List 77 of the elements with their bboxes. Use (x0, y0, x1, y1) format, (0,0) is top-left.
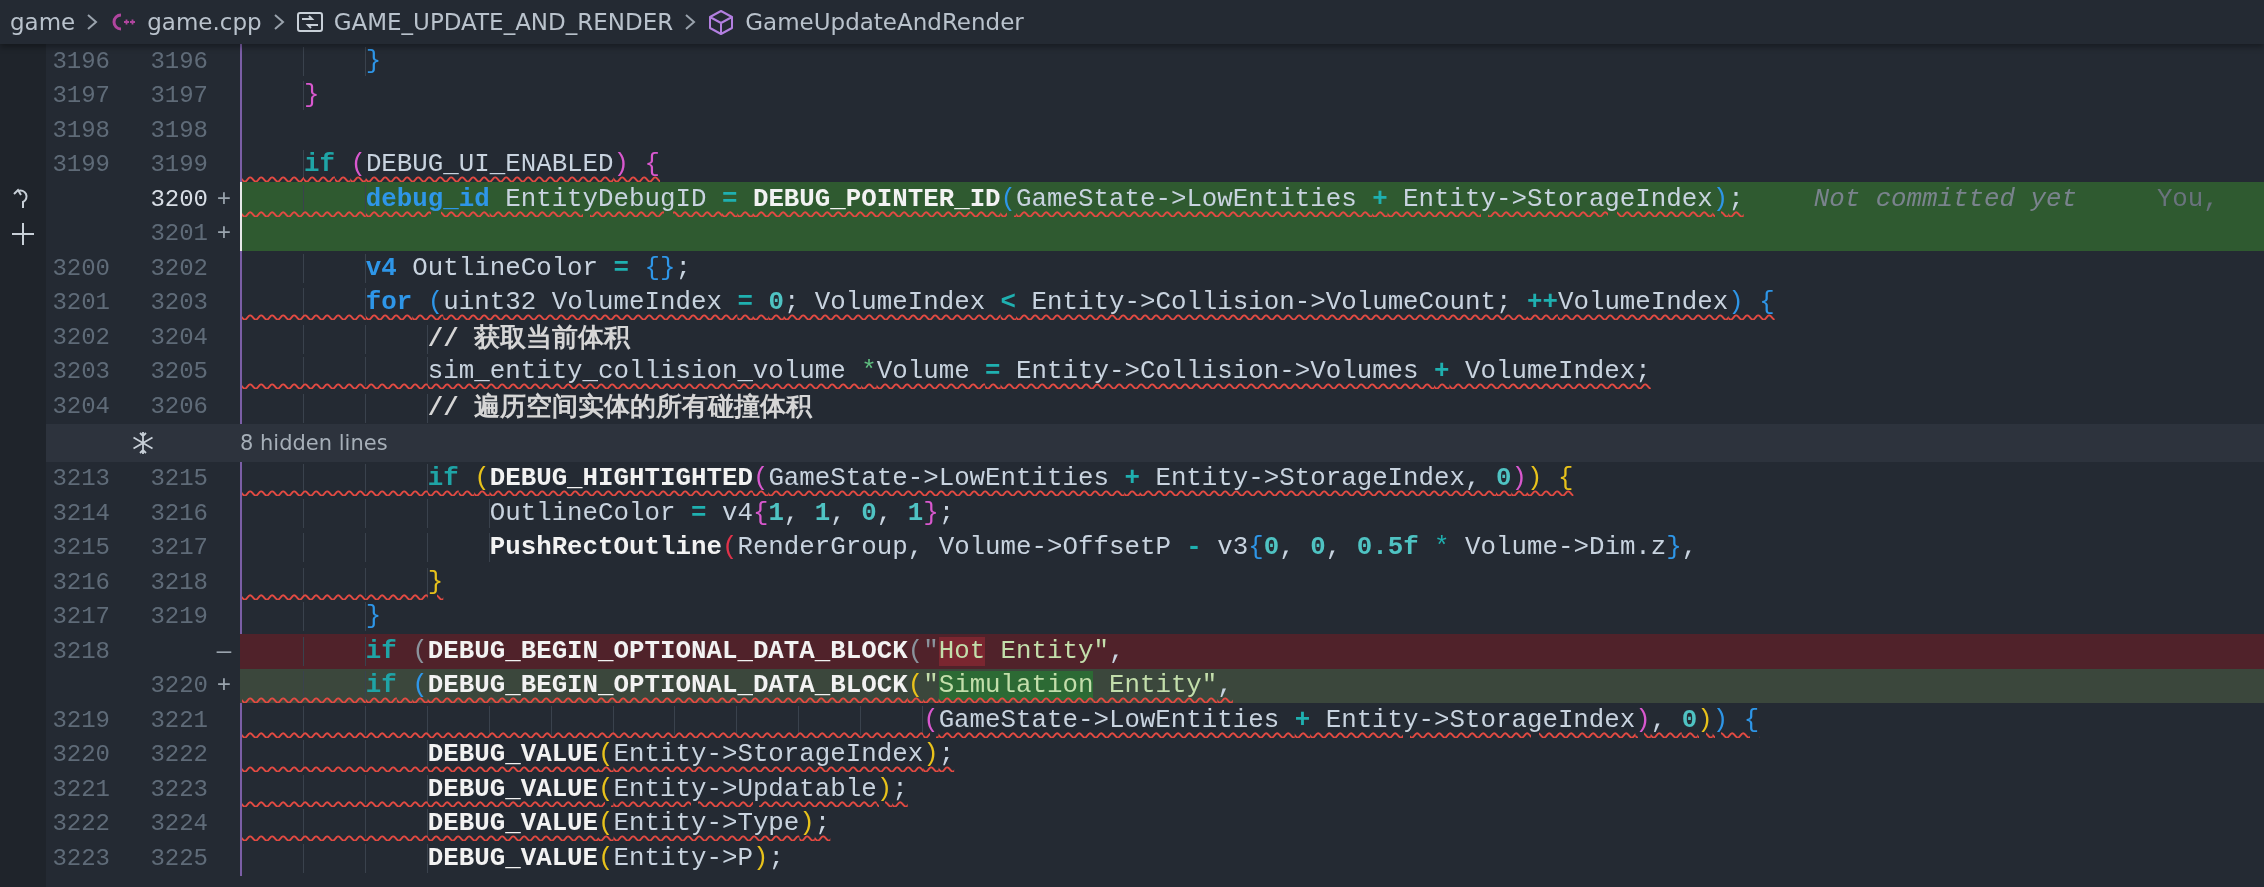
code-line: if (DEBUG_BEGIN_OPTIONAL_DATA_BLOCK("Hot Entity", (242, 636, 1125, 666)
code-line: for (uint32 VolumeIndex = 0; VolumeIndex < Entity->Collision->VolumeCount; ++VolumeIndex) { (242, 288, 1775, 318)
blame-author: You, (2156, 184, 2219, 214)
code-line: DEBUG_VALUE(Entity->StorageIndex); (242, 740, 955, 770)
symbol-icon (295, 9, 324, 35)
diff-marker: + (216, 672, 232, 700)
old-line-number: 3223 (52, 844, 110, 872)
new-line-number: 3216 (150, 499, 208, 527)
old-line-number: 3200 (52, 254, 110, 282)
diff-marker: + (216, 220, 232, 248)
new-line-number: 3204 (150, 323, 208, 351)
old-line-number: 3199 (52, 151, 110, 179)
old-line-number: 3203 (52, 358, 110, 386)
new-line-number: 3201 (150, 220, 208, 248)
new-line-number: 3199 (150, 151, 208, 179)
code-line: DEBUG_VALUE(Entity->P); (242, 843, 784, 873)
old-line-number: 3222 (52, 810, 110, 838)
code-line: v4 OutlineColor = {}; (242, 253, 691, 283)
new-line-number: 3224 (150, 810, 208, 838)
new-line-number: 3218 (150, 568, 208, 596)
new-line-number: 3196 (150, 47, 208, 75)
new-line-number: 3223 (150, 775, 208, 803)
diff-marker: + (216, 185, 232, 213)
old-line-number: 3219 (52, 706, 110, 734)
new-line-number: 3221 (150, 706, 208, 734)
code-line: // 获取当前体积 (242, 320, 631, 355)
new-line-number: 3203 (150, 289, 208, 317)
code-line: } (242, 567, 444, 597)
breadcrumb-item[interactable]: game.cpp (147, 9, 262, 35)
diff-marker: — (216, 637, 232, 665)
code-line: (GameState->LowEntities + Entity->StorageIndex), 0)) { (242, 705, 1760, 735)
code-line: sim_entity_collision_volume *Volume = Entity->Collision->Volumes + VolumeIndex; (242, 357, 1651, 387)
chevron-icon (683, 12, 698, 32)
plus-icon[interactable] (10, 220, 36, 247)
new-line-number: 3198 (150, 116, 208, 144)
old-line-number: 3213 (52, 465, 110, 493)
old-line-number: 3198 (52, 116, 110, 144)
new-line-number: 3205 (150, 358, 208, 386)
breadcrumb-item[interactable]: GameUpdateAndRender (745, 9, 1024, 35)
new-line-number: 3197 (150, 82, 208, 110)
code-line: if (DEBUG_UI_ENABLED) { (242, 150, 661, 180)
new-line-number: 3200 (150, 185, 208, 213)
chevron-icon (85, 12, 100, 32)
code-line: if (DEBUG_HIGHTIGHTED(GameState->LowEntities + Entity->StorageIndex, 0)) { (242, 464, 1574, 494)
old-line-number: 3217 (52, 603, 110, 631)
old-line-number: 3214 (52, 499, 110, 527)
asterisk-icon[interactable] (130, 429, 156, 456)
old-line-number: 3218 (52, 637, 110, 665)
new-line-number: 3220 (150, 672, 208, 700)
new-line-number: 3225 (150, 844, 208, 872)
code-line: debug_id EntityDebugID = DEBUG_POINTER_ID(GameState->LowEntities + Entity->StorageIndex); (242, 184, 1744, 214)
new-line-number: 3215 (150, 465, 208, 493)
old-line-number: 3215 (52, 534, 110, 562)
code-line: DEBUG_VALUE(Entity->Type); (242, 809, 831, 839)
old-line-number: 3202 (52, 323, 110, 351)
new-line-number: 3217 (150, 534, 208, 562)
code-line: if (DEBUG_BEGIN_OPTIONAL_DATA_BLOCK("Simulation Entity", (242, 671, 1233, 701)
code-line: PushRectOutline(RenderGroup, Volume->OffsetP - v3{0, 0, 0.5f * Volume->Dim.z}, (242, 533, 1698, 563)
old-line-number: 3197 (52, 82, 110, 110)
old-line-number: 3201 (52, 289, 110, 317)
breadcrumb-item[interactable]: GAME_UPDATE_AND_RENDER (333, 9, 674, 35)
new-line-number: 3222 (150, 741, 208, 769)
code-line: OutlineColor = v4{1, 1, 0, 1}; (242, 498, 955, 528)
old-line-number: 3204 (52, 392, 110, 420)
new-line-number: 3206 (150, 392, 208, 420)
cube-icon (707, 9, 736, 35)
old-line-number: 3196 (52, 47, 110, 75)
old-line-number: 3220 (52, 741, 110, 769)
old-line-number: 3216 (52, 568, 110, 596)
new-line-number: 3219 (150, 603, 208, 631)
blame-annotation: Not committed yet (1813, 184, 2077, 214)
new-line-number: 3202 (150, 254, 208, 282)
code-line: DEBUG_VALUE(Entity->Updatable); (242, 774, 908, 804)
breadcrumb-item[interactable]: game (10, 9, 76, 35)
hidden-lines-link[interactable]: 8 hidden lines (240, 430, 388, 455)
old-line-number: 3221 (52, 775, 110, 803)
code-line: // 遍历空间实体的所有碰撞体积 (242, 389, 813, 424)
